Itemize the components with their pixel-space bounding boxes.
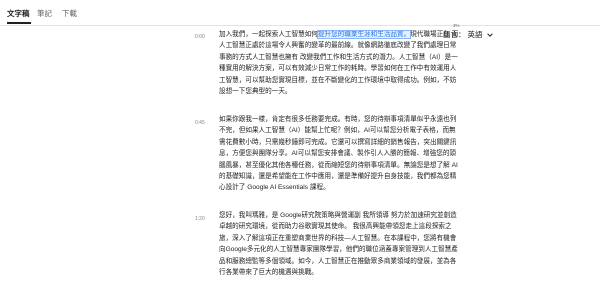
zoom-badge: 3% <box>453 23 460 28</box>
timestamp[interactable]: 0:45 <box>195 120 205 126</box>
tab-transcript[interactable]: 文字稿 <box>7 9 30 18</box>
timestamp[interactable]: 0:00 <box>195 34 205 40</box>
tab-downloads[interactable]: 下載 <box>62 9 77 18</box>
transcript-paragraph: 加入我們，一起探索人工智慧如何提升您的職業生涯和生活品質。現代職場正在 而人工智… <box>219 29 459 97</box>
transcript-text: 加入我們，一起探索人工智慧如何 <box>219 31 318 38</box>
highlighted-transcript-text[interactable]: 提升您的職業生涯和生活品質。 <box>316 30 412 39</box>
language-value: 英語 <box>467 30 483 39</box>
active-tab-indicator <box>7 22 31 24</box>
tab-notes[interactable]: 筆記 <box>37 9 52 18</box>
transcript-paragraph: 如果你跟我一樣，肯定有很多任務要完成。有時，您的待辦事項清單似乎永遠也列不完，但… <box>219 116 458 192</box>
transcript-paragraph: 您好，我叫瑪雅，是 Google研究院策略與營運副 我所領導 努力於加速研究並創… <box>219 212 458 277</box>
tab-bar: 文字稿 筆記 下載 <box>0 0 600 26</box>
transcript-text: 現代職場正在 而人工智慧正處於這場令人興奮的變革的最前線。就像網路徹底改變了我們… <box>219 31 459 96</box>
chevron-down-icon <box>486 32 493 37</box>
timestamp[interactable]: 1:20 <box>195 216 205 222</box>
